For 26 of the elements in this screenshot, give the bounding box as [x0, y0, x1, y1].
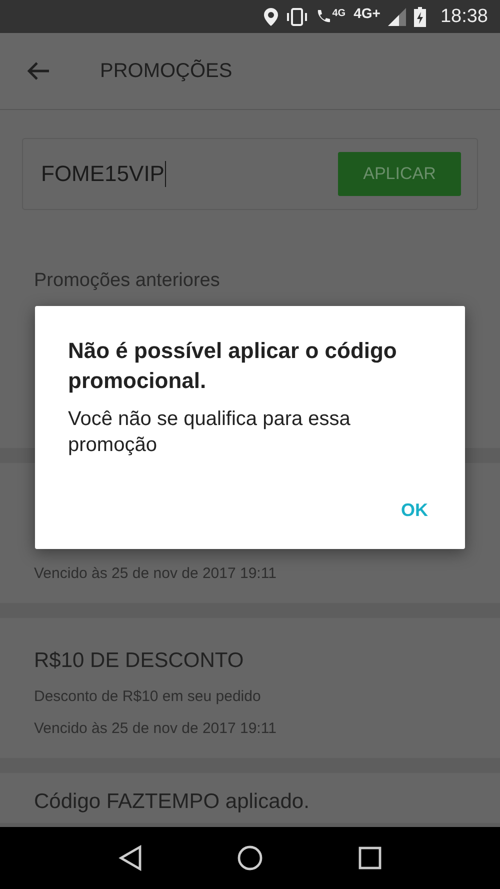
promotion-title: R$10 DE DESCONTO — [34, 649, 245, 673]
network-label: 4G — [332, 8, 346, 19]
section-title: Promoções anteriores — [33, 269, 221, 293]
apply-button[interactable]: APLICAR — [338, 152, 461, 196]
dialog-title: Não é possível aplicar o código promocional. — [68, 337, 398, 395]
signal-icon — [388, 8, 406, 26]
location-icon — [264, 8, 278, 26]
back-arrow-icon[interactable] — [26, 61, 50, 81]
promotion-card[interactable]: R$10 DE DESCONTO Desconto de R$10 em seu pedido Vencido às 25 de nov de 2017 19:11 — [0, 618, 500, 758]
promo-code-value: FOME15VIP — [41, 161, 166, 187]
dialog-message: Você não se qualifica para essa promoção — [68, 407, 352, 458]
status-time: 18:38 — [440, 6, 488, 28]
promo-code-field[interactable]: FOME15VIP APLICAR — [22, 138, 478, 210]
promotion-title: Código FAZTEMPO aplicado. — [34, 790, 310, 814]
promotion-expiry: Vencido às 25 de nov de 2017 19:11 — [34, 720, 278, 736]
promotion-description: Desconto de R$10 em seu pedido — [34, 688, 262, 704]
network-label: 4G+ — [354, 5, 380, 21]
ok-button[interactable]: OK — [397, 496, 432, 525]
recents-icon[interactable] — [358, 846, 382, 870]
vibrate-icon — [286, 8, 308, 26]
promotion-card[interactable]: Código FAZTEMPO aplicado. — [0, 773, 500, 823]
back-icon[interactable] — [118, 845, 142, 871]
promotion-expiry: Vencido às 25 de nov de 2017 19:11 — [34, 564, 278, 582]
battery-charging-icon — [414, 6, 426, 26]
screen-title: PROMOÇÕES — [100, 60, 232, 82]
home-icon[interactable] — [236, 845, 263, 871]
